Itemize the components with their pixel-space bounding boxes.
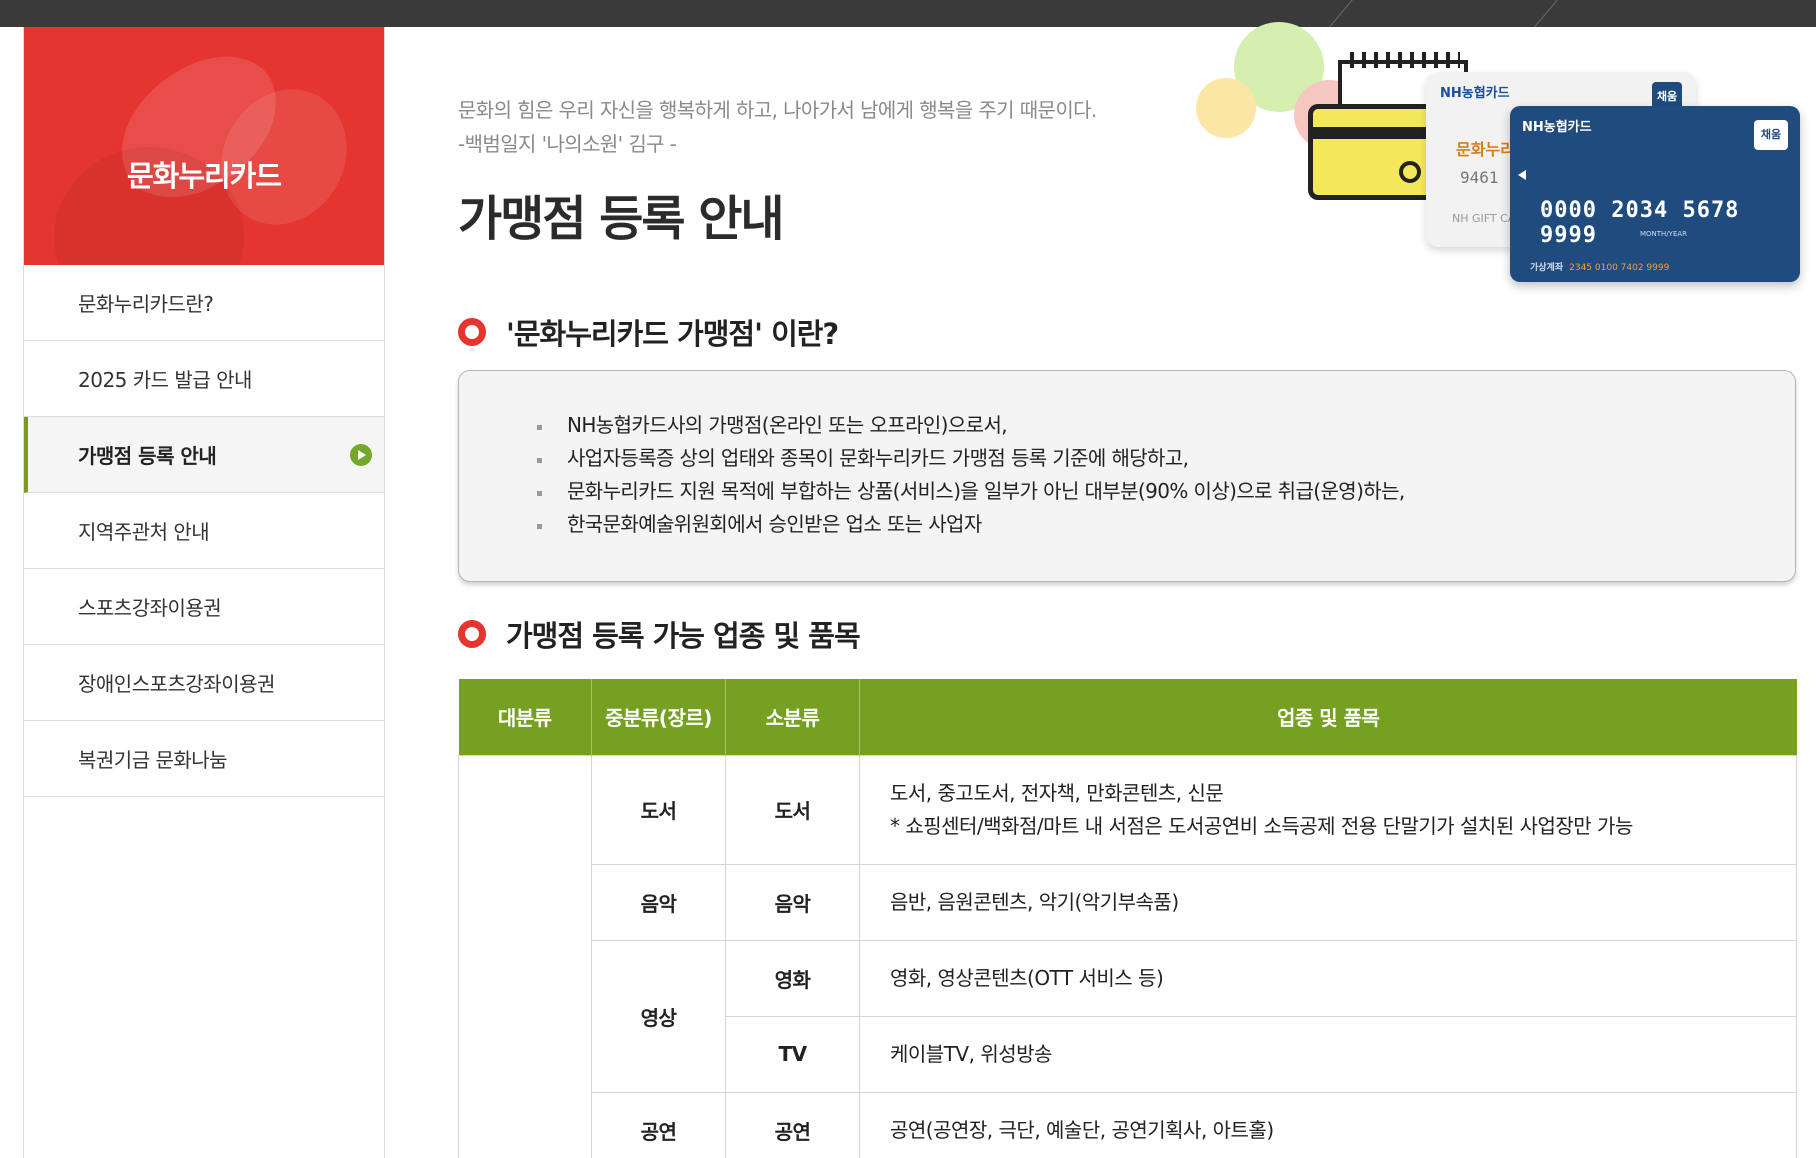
sidebar-item-label: 문화누리카드란? — [78, 292, 214, 316]
card-gift-label: NH GIFT CA — [1452, 212, 1516, 225]
culture-card-image: NH농협카드 채움 0000 2034 5678 9999 MONTH/YEAR… — [1510, 106, 1800, 282]
description-cell: 공연(공연장, 극단, 예술단, 공연기획사, 아트홀) — [859, 1091, 1797, 1158]
definition-box: NH농협카드사의 가맹점(온라인 또는 오프라인)으로서, 사업자등록증 상의 … — [458, 370, 1796, 582]
sidebar-item-label: 장애인스포츠강좌이용권 — [78, 672, 275, 696]
sidebar-item-label: 복권기금 문화나눔 — [78, 748, 228, 772]
quote: 문화의 힘은 우리 자신을 행복하게 하고, 나아가서 남에게 행복을 주기 때… — [458, 93, 1097, 161]
quote-author: -백범일지 '나의소원' 김구 - — [458, 132, 677, 156]
table-row: 공연 공연 공연(공연장, 극단, 예술단, 공연기획사, 아트홀) — [459, 1091, 1797, 1158]
sidebar: 문화누리카드 문화누리카드란? 2025 카드 발급 안내 가맹점 등록 안내 … — [23, 27, 385, 1158]
bullet-ring-icon — [458, 318, 486, 346]
list-item: 문화누리카드 지원 목적에 부합하는 상품(서비스)을 일부가 아닌 대부분(9… — [537, 475, 1795, 508]
sub-category-cell: TV — [725, 1015, 860, 1093]
sidebar-item-label: 지역주관처 안내 — [78, 520, 210, 544]
definition-list: NH농협카드사의 가맹점(온라인 또는 오프라인)으로서, 사업자등록증 상의 … — [537, 409, 1795, 541]
sub-category-cell: 공연 — [725, 1091, 860, 1158]
table-header-row: 대분류 중분류(장르) 소분류 업종 및 품목 — [458, 679, 1797, 755]
section-heading-merchant-definition: '문화누리카드 가맹점' 이란? — [458, 311, 839, 353]
sidebar-title: 문화누리카드 — [126, 159, 282, 193]
sidebar-item-about[interactable]: 문화누리카드란? — [24, 265, 384, 341]
description-cell: 영화, 영상콘텐츠(OTT 서비스 등) — [859, 939, 1797, 1017]
sidebar-item-card-issue[interactable]: 2025 카드 발급 안내 — [24, 341, 384, 417]
description-cell: 케이블TV, 위성방송 — [859, 1015, 1797, 1093]
card-illustration: NH농협카드 채움 문화누리 9461 NH GIFT CA NH농협카드 채움… — [1190, 22, 1816, 282]
list-item: 사업자등록증 상의 업태와 종목이 문화누리카드 가맹점 등록 기준에 해당하고… — [537, 442, 1795, 475]
column-header: 중분류(장르) — [591, 679, 726, 755]
sub-category-cell: 음악 — [725, 863, 860, 941]
sidebar-item-sports-voucher[interactable]: 스포츠강좌이용권 — [24, 569, 384, 645]
sidebar-item-regional-office[interactable]: 지역주관처 안내 — [24, 493, 384, 569]
sidebar-header: 문화누리카드 — [24, 27, 384, 265]
card-arrow-icon — [1518, 170, 1526, 180]
card-name: 문화누리 — [1456, 140, 1515, 159]
description-cell: 음반, 음원콘텐츠, 악기(악기부속품) — [859, 863, 1797, 941]
wallet-icon — [1308, 104, 1438, 200]
card-expiry: MONTH/YEAR — [1640, 230, 1688, 238]
section-heading-eligible-categories: 가맹점 등록 가능 업종 및 품목 — [458, 613, 861, 655]
sidebar-item-label: 스포츠강좌이용권 — [78, 596, 222, 620]
card-badge: 채움 — [1754, 120, 1788, 150]
mid-category-cell: 공연 — [591, 1091, 726, 1158]
card-bank-label: NH농협카드 — [1522, 120, 1592, 135]
list-item: 한국문화예술위원회에서 승인받은 업소 또는 사업자 — [537, 508, 1795, 541]
card-number: 9461 — [1460, 168, 1499, 187]
column-header: 소분류 — [725, 679, 860, 755]
category-table: 대분류 중분류(장르) 소분류 업종 및 품목 도서 도서 도서, 중고도서, … — [458, 679, 1797, 1158]
sidebar-menu: 문화누리카드란? 2025 카드 발급 안내 가맹점 등록 안내 지역주관처 안… — [24, 265, 384, 797]
card-bank-label: NH농협카드 — [1440, 86, 1510, 101]
sidebar-item-label: 2025 카드 발급 안내 — [78, 368, 252, 392]
decor-circle — [1196, 78, 1256, 138]
description-text: 도서, 중고도서, 전자책, 만화콘텐츠, 신문 — [890, 780, 1224, 805]
card-account: 가상계좌 2345 0100 7402 9999 — [1530, 260, 1669, 273]
section-title: '문화누리카드 가맹점' 이란? — [506, 317, 839, 351]
column-header: 업종 및 품목 — [859, 679, 1797, 755]
table-row: 도서 도서 도서, 중고도서, 전자책, 만화콘텐츠, 신문 * 쇼핑센터/백화… — [458, 754, 1797, 1158]
card-account-label: 가상계좌 — [1530, 263, 1564, 273]
play-arrow-icon — [350, 444, 372, 466]
quote-line: 문화의 힘은 우리 자신을 행복하게 하고, 나아가서 남에게 행복을 주기 때… — [458, 98, 1097, 122]
major-category-cell — [458, 754, 592, 1158]
column-header: 대분류 — [458, 679, 592, 755]
list-item: NH농협카드사의 가맹점(온라인 또는 오프라인)으로서, — [537, 409, 1795, 442]
table-row: 음악 음악 음반, 음원콘텐츠, 악기(악기부속품) — [459, 863, 1797, 941]
page-title: 가맹점 등록 안내 — [458, 191, 785, 247]
table-row: 영상 영화 영화, 영상콘텐츠(OTT 서비스 등) — [459, 939, 1797, 1093]
card-account-number: 2345 0100 7402 9999 — [1569, 263, 1670, 273]
mid-category-cell: 영상 — [591, 939, 726, 1093]
sidebar-item-label: 가맹점 등록 안내 — [78, 444, 217, 468]
description-cell: 도서, 중고도서, 전자책, 만화콘텐츠, 신문 * 쇼핑센터/백화점/마트 내… — [859, 754, 1797, 865]
sub-category-cell: 도서 — [725, 754, 860, 865]
section-title: 가맹점 등록 가능 업종 및 품목 — [506, 619, 861, 653]
mid-category-cell: 음악 — [591, 863, 726, 941]
sidebar-item-disabled-sports-voucher[interactable]: 장애인스포츠강좌이용권 — [24, 645, 384, 721]
mid-category-cell: 도서 — [591, 754, 726, 865]
bullet-ring-icon — [458, 620, 486, 648]
sub-category-cell: 영화 — [725, 939, 860, 1017]
card-number: 0000 2034 5678 9999 — [1540, 198, 1740, 248]
sidebar-item-merchant-registration[interactable]: 가맹점 등록 안내 — [24, 417, 384, 493]
sidebar-item-lottery-fund[interactable]: 복권기금 문화나눔 — [24, 721, 384, 797]
description-note: * 쇼핑센터/백화점/마트 내 서점은 도서공연비 소득공제 전용 단말기가 설… — [890, 813, 1633, 838]
